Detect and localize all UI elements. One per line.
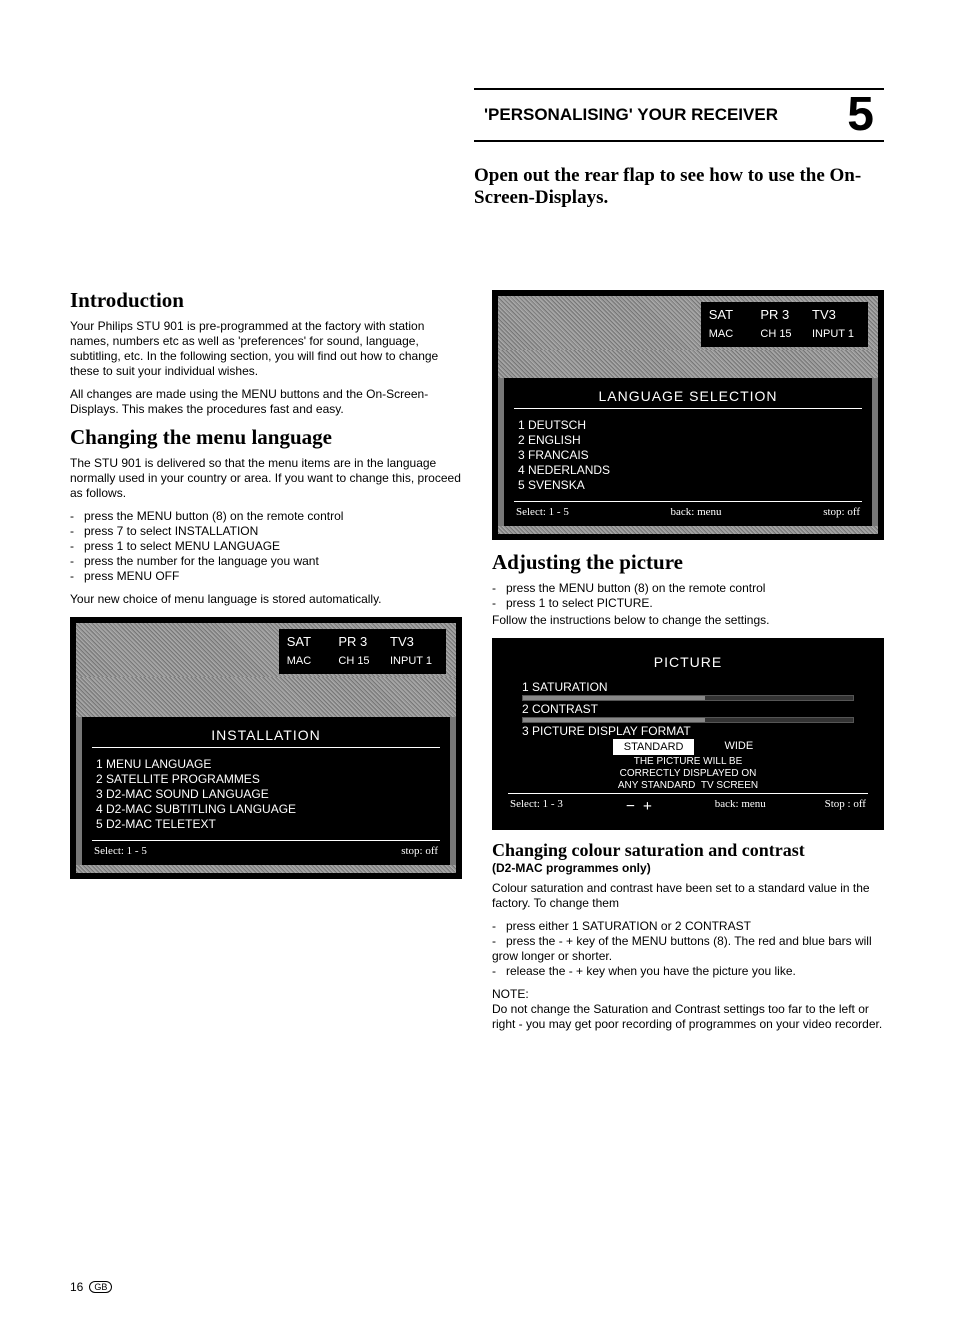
format-standard: STANDARD (613, 739, 695, 755)
sat-steps: press either 1 SATURATION or 2 CONTRAST … (492, 919, 884, 979)
osd-back: back: menu (671, 506, 722, 518)
status-tv: TV3 (812, 306, 860, 324)
status-sat: SAT (709, 306, 757, 324)
format-description: THE PICTURE WILL BECORRECTLY DISPLAYED O… (522, 756, 854, 792)
list-item: press the - + key of the MENU buttons (8… (492, 934, 884, 964)
status-mac: MAC (709, 327, 757, 342)
page-footer: 16 GB (70, 1280, 112, 1294)
page-number: 16 (70, 1280, 83, 1294)
menu-item: 5 SVENSKA (518, 478, 858, 492)
list-item: press the MENU button (8) on the remote … (70, 509, 462, 524)
list-item: press either 1 SATURATION or 2 CONTRAST (492, 919, 884, 934)
menu-item-contrast: 2 CONTRAST (522, 702, 854, 716)
plus-icon: + (643, 798, 652, 816)
osd-stop: stop: off (823, 506, 860, 518)
menu-item-saturation: 1 SATURATION (522, 680, 854, 694)
menu-item: 2 ENGLISH (518, 433, 858, 447)
status-sat: SAT (287, 633, 335, 651)
lang-steps: press the MENU button (8) on the remote … (70, 509, 462, 584)
heading-adjust-picture: Adjusting the picture (492, 550, 884, 575)
format-wide: WIDE (714, 739, 763, 755)
status-pr: PR 3 (760, 306, 808, 324)
osd-stop: stop: off (401, 845, 438, 857)
minus-icon: − (626, 798, 635, 816)
osd-picture: PICTURE 1 SATURATION 2 CONTRAST 3 PICTUR… (492, 638, 884, 830)
osd-stop: Stop : off (825, 798, 866, 816)
osd-select: Select: 1 - 3 (510, 798, 563, 816)
osd-title: INSTALLATION (92, 723, 440, 748)
menu-item: 1 DEUTSCH (518, 418, 858, 432)
list-item: press the number for the language you wa… (70, 554, 462, 569)
saturation-slider (522, 695, 854, 701)
chapter-number: 5 (847, 96, 874, 134)
osd-status: SAT PR 3 TV3 MAC CH 15 INPUT 1 (279, 629, 446, 674)
osd-title: PICTURE (508, 650, 868, 674)
contrast-slider (522, 717, 854, 723)
region-badge: GB (89, 1281, 112, 1293)
intro-p1: Your Philips STU 901 is pre-programmed a… (70, 319, 462, 379)
status-input: INPUT 1 (812, 327, 860, 342)
flap-instruction: Open out the rear flap to see how to use… (474, 165, 884, 209)
heading-menu-language: Changing the menu language (70, 425, 462, 450)
list-item: press the MENU button (8) on the remote … (492, 581, 884, 596)
adjust-steps: press the MENU button (8) on the remote … (492, 581, 884, 611)
osd-back: back: menu (715, 798, 766, 816)
list-item: release the - + key when you have the pi… (492, 964, 884, 979)
right-column: SAT PR 3 TV3 MAC CH 15 INPUT 1 LANGUAGE … (492, 280, 884, 1040)
lang-p2: Your new choice of menu language is stor… (70, 592, 462, 607)
heading-saturation-contrast: Changing colour saturation and contrast (492, 840, 884, 861)
osd-select: Select: 1 - 5 (94, 845, 147, 857)
menu-item: 3 FRANCAIS (518, 448, 858, 462)
menu-item-format: 3 PICTURE DISPLAY FORMAT (522, 724, 854, 738)
sat-intro: Colour saturation and contrast have been… (492, 881, 884, 911)
menu-item: 3 D2-MAC SOUND LANGUAGE (96, 787, 436, 801)
status-input: INPUT 1 (390, 654, 438, 669)
status-ch: CH 15 (760, 327, 808, 342)
list-item: press 1 to select PICTURE. (492, 596, 884, 611)
chapter-header: 'PERSONALISING' YOUR RECEIVER 5 (474, 88, 884, 142)
menu-item: 4 D2-MAC SUBTITLING LANGUAGE (96, 802, 436, 816)
list-item: press 7 to select INSTALLATION (70, 524, 462, 539)
left-column: Introduction Your Philips STU 901 is pre… (70, 280, 462, 1040)
lang-p1: The STU 901 is delivered so that the men… (70, 456, 462, 501)
osd-title: LANGUAGE SELECTION (514, 384, 862, 409)
osd-select: Select: 1 - 5 (516, 506, 569, 518)
adjust-follow: Follow the instructions below to change … (492, 613, 884, 628)
status-pr: PR 3 (338, 633, 386, 651)
status-mac: MAC (287, 654, 335, 669)
osd-status: SAT PR 3 TV3 MAC CH 15 INPUT 1 (701, 302, 868, 347)
list-item: press 1 to select MENU LANGUAGE (70, 539, 462, 554)
osd-language: SAT PR 3 TV3 MAC CH 15 INPUT 1 LANGUAGE … (492, 290, 884, 540)
status-ch: CH 15 (338, 654, 386, 669)
intro-p2: All changes are made using the MENU butt… (70, 387, 462, 417)
note-heading: NOTE: (492, 987, 884, 1002)
osd-installation: SAT PR 3 TV3 MAC CH 15 INPUT 1 INSTALLAT… (70, 617, 462, 879)
chapter-title: 'PERSONALISING' YOUR RECEIVER (484, 105, 778, 125)
menu-item: 1 MENU LANGUAGE (96, 757, 436, 771)
list-item: press MENU OFF (70, 569, 462, 584)
note-text: Do not change the Saturation and Contras… (492, 1002, 884, 1032)
status-tv: TV3 (390, 633, 438, 651)
heading-introduction: Introduction (70, 288, 462, 313)
menu-item: 2 SATELLITE PROGRAMMES (96, 772, 436, 786)
menu-item: 4 NEDERLANDS (518, 463, 858, 477)
menu-item: 5 D2-MAC TELETEXT (96, 817, 436, 831)
d2mac-subtitle: (D2-MAC programmes only) (492, 861, 884, 875)
